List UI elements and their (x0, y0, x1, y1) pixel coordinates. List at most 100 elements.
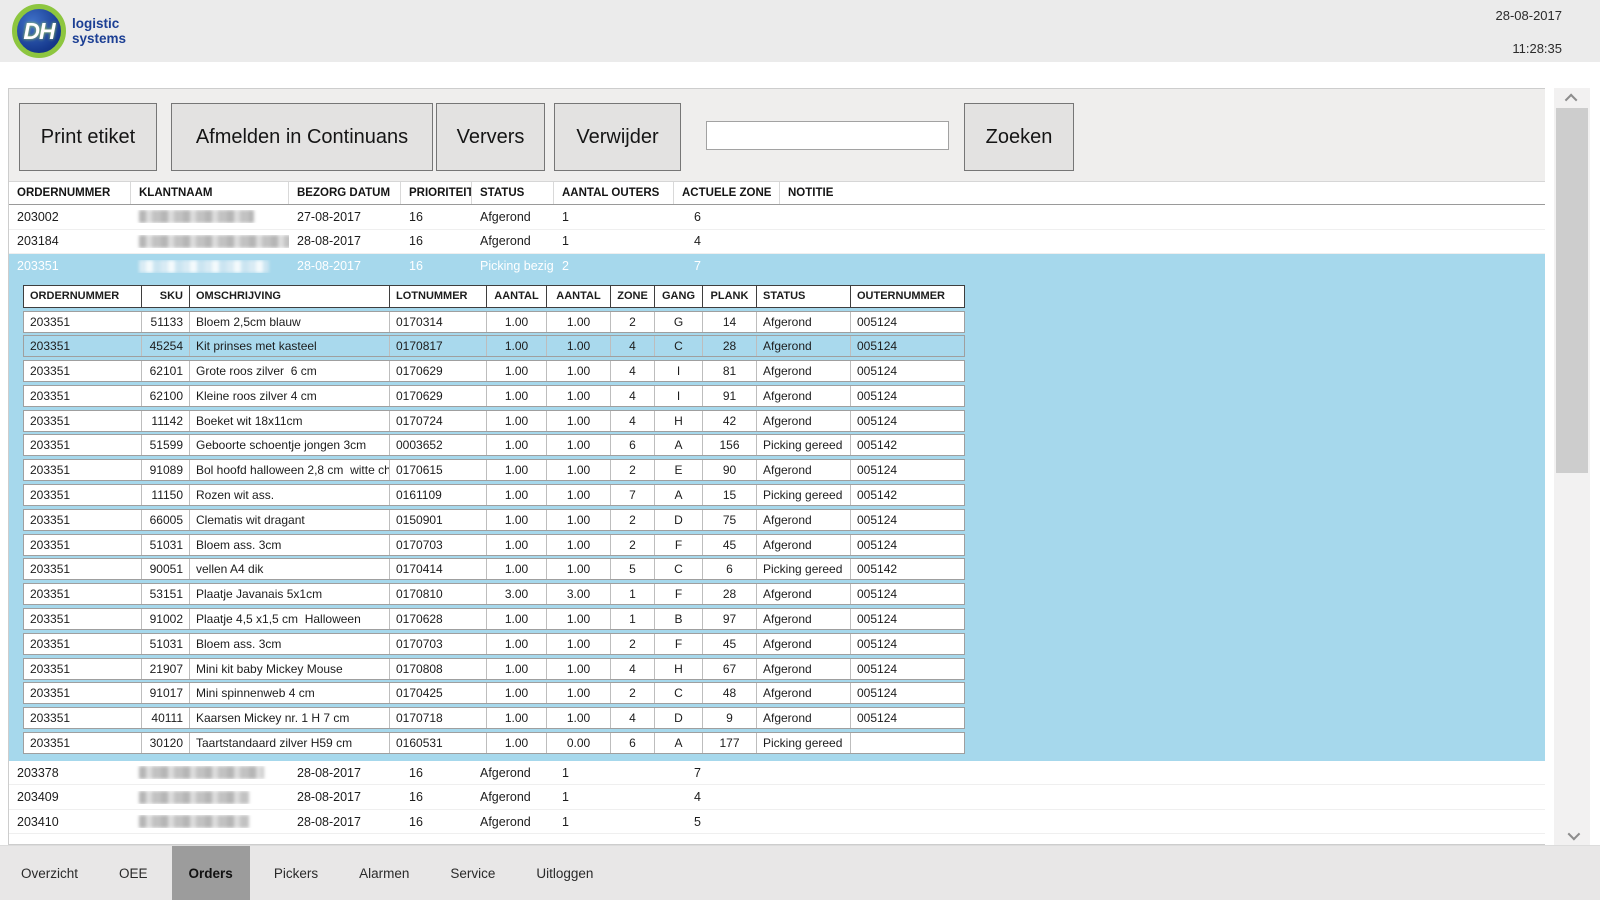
orders-col-header-actuele-zone[interactable]: ACTUELE ZONE (674, 182, 780, 204)
order-row-203002[interactable]: 20300227-08-201716Afgerond16 (9, 205, 1545, 230)
detail-col-header-3-lotnummer[interactable]: LOTNUMMER (390, 286, 487, 307)
detail-cell: 66005 (142, 510, 190, 530)
order-row-203351[interactable]: 20335128-08-201716Picking bezig27 (9, 254, 1545, 279)
vertical-scrollbar[interactable] (1554, 88, 1590, 845)
order-row-203410[interactable]: 20341028-08-201716Afgerond15 (9, 810, 1545, 835)
detail-cell: 1.00 (487, 634, 547, 654)
detail-cell: 1.00 (547, 659, 611, 679)
detail-cell: Picking gereed (757, 435, 851, 455)
detail-row[interactable]: 20335111150Rozen wit ass.01611091.001.00… (23, 484, 965, 506)
print-etiket-button[interactable]: Print etiket (19, 103, 157, 171)
afmelden-in-continuans-button[interactable]: Afmelden in Continuans (171, 103, 433, 171)
detail-col-header-8-plank[interactable]: PLANK (703, 286, 757, 307)
detail-row[interactable]: 20335145254Kit prinses met kasteel017081… (23, 335, 965, 357)
order-cell-aantal_outers: 2 (554, 259, 674, 273)
detail-cell: 1.00 (487, 510, 547, 530)
detail-cell: 1.00 (547, 386, 611, 406)
orders-col-header-bezorg-datum[interactable]: BEZORG DATUM (289, 182, 401, 204)
order-row-203184[interactable]: 20318428-08-201716Afgerond14 (9, 230, 1545, 255)
detail-cell: 1.00 (487, 460, 547, 480)
detail-row[interactable]: 20335111142Boeket wit 18x11cm01707241.00… (23, 410, 965, 432)
scroll-down-button[interactable] (1554, 825, 1590, 845)
detail-col-header-2-omschrijving[interactable]: OMSCHRIJVING (190, 286, 390, 307)
detail-col-header-0-ordernummer[interactable]: ORDERNUMMER (24, 286, 142, 307)
zoeken-button[interactable]: Zoeken (964, 103, 1074, 171)
detail-row[interactable]: 20335130120Taartstandaard zilver H59 cm0… (23, 732, 965, 754)
detail-cell: 0170615 (390, 460, 487, 480)
orders-col-header-status[interactable]: STATUS (472, 182, 554, 204)
detail-cell: 0150901 (390, 510, 487, 530)
tab-service[interactable]: Service (433, 846, 512, 900)
redacted-klantnaam (139, 791, 249, 804)
detail-cell: D (655, 510, 703, 530)
detail-col-header-1-sku[interactable]: SKU (142, 286, 190, 307)
detail-row[interactable]: 20335162101Grote roos zilver 6 cm0170629… (23, 360, 965, 382)
orders-col-header-klantnaam[interactable]: KLANTNAAM (131, 182, 289, 204)
detail-row[interactable]: 20335162100Kleine roos zilver 4 cm017062… (23, 385, 965, 407)
detail-cell: 203351 (24, 683, 142, 703)
detail-row[interactable]: 20335151031Bloem ass. 3cm01707031.001.00… (23, 534, 965, 556)
tab-pickers[interactable]: Pickers (257, 846, 335, 900)
detail-row[interactable]: 20335191002Plaatje 4,5 x1,5 cm Halloween… (23, 608, 965, 630)
detail-row[interactable]: 20335151133Bloem 2,5cm blauw01703141.001… (23, 311, 965, 333)
detail-cell: 51031 (142, 535, 190, 555)
detail-cell: 42 (703, 411, 757, 431)
detail-row[interactable]: 20335190051vellen A4 dik01704141.001.005… (23, 558, 965, 580)
detail-row[interactable]: 20335191089Bol hoofd halloween 2,8 cm wi… (23, 459, 965, 481)
detail-cell: 9 (703, 708, 757, 728)
detail-cell: 2 (611, 683, 655, 703)
detail-cell: 6 (611, 733, 655, 753)
detail-cell: 1.00 (547, 609, 611, 629)
redacted-klantnaam (139, 235, 289, 248)
scroll-up-button[interactable] (1554, 88, 1590, 108)
detail-cell: 1.00 (547, 510, 611, 530)
detail-col-header-7-gang[interactable]: GANG (655, 286, 703, 307)
detail-row[interactable]: 20335151031Bloem ass. 3cm01707031.001.00… (23, 633, 965, 655)
detail-cell: 1.00 (547, 535, 611, 555)
detail-cell: 3.00 (547, 584, 611, 604)
detail-cell: 21907 (142, 659, 190, 679)
detail-row[interactable]: 20335140111Kaarsen Mickey nr. 1 H 7 cm01… (23, 707, 965, 729)
detail-col-header-5-aantal[interactable]: AANTAL (547, 286, 611, 307)
order-row-203378[interactable]: 20337828-08-201716Afgerond17 (9, 761, 1545, 786)
app-header: DH logistic systems 28-08-2017 11:28:35 (0, 0, 1600, 62)
detail-cell: 4 (611, 411, 655, 431)
tab-alarmen[interactable]: Alarmen (342, 846, 426, 900)
tab-overzicht[interactable]: Overzicht (4, 846, 95, 900)
detail-cell: 6 (611, 435, 655, 455)
detail-cell: A (655, 733, 703, 753)
search-input[interactable] (706, 121, 949, 150)
scrollbar-thumb[interactable] (1556, 108, 1588, 473)
detail-row[interactable]: 20335151599Geboorte schoentje jongen 3cm… (23, 434, 965, 456)
detail-cell: 203351 (24, 733, 142, 753)
orders-col-header-notitie[interactable]: NOTITIE (780, 182, 1545, 204)
detail-row[interactable]: 20335166005Clematis wit dragant01509011.… (23, 509, 965, 531)
detail-cell: Kleine roos zilver 4 cm (190, 386, 390, 406)
detail-cell: 005124 (851, 336, 964, 356)
tab-uitloggen[interactable]: Uitloggen (519, 846, 610, 900)
detail-col-header-9-status[interactable]: STATUS (757, 286, 851, 307)
detail-row[interactable]: 20335153151Plaatje Javanais 5x1cm0170810… (23, 583, 965, 605)
order-row-203409[interactable]: 20340928-08-201716Afgerond14 (9, 785, 1545, 810)
orders-col-header-prioriteit[interactable]: PRIORITEIT (401, 182, 472, 204)
detail-row[interactable]: 20335121907Mini kit baby Mickey Mouse017… (23, 658, 965, 680)
detail-cell: 1.00 (487, 361, 547, 381)
detail-cell: B (655, 609, 703, 629)
order-cell-klantnaam (131, 235, 289, 248)
orders-col-header-ordernummer[interactable]: ORDERNUMMER (9, 182, 131, 204)
detail-cell: 005124 (851, 386, 964, 406)
detail-row[interactable]: 20335191017Mini spinnenweb 4 cm01704251.… (23, 682, 965, 704)
detail-col-header-10-outernummer[interactable]: OUTERNUMMER (851, 286, 964, 307)
detail-col-header-6-zone[interactable]: ZONE (611, 286, 655, 307)
tab-orders[interactable]: Orders (172, 846, 250, 900)
order-cell-aantal_outers: 1 (554, 766, 674, 780)
order-cell-actuele_zone: 7 (674, 259, 780, 273)
detail-cell: 1.00 (547, 435, 611, 455)
detail-cell: 2 (611, 634, 655, 654)
detail-cell: Geboorte schoentje jongen 3cm (190, 435, 390, 455)
verwijder-button[interactable]: Verwijder (554, 103, 681, 171)
detail-col-header-4-aantal[interactable]: AANTAL (487, 286, 547, 307)
ververs-button[interactable]: Ververs (436, 103, 545, 171)
orders-col-header-aantal-outers[interactable]: AANTAL OUTERS (554, 182, 674, 204)
tab-oee[interactable]: OEE (102, 846, 165, 900)
